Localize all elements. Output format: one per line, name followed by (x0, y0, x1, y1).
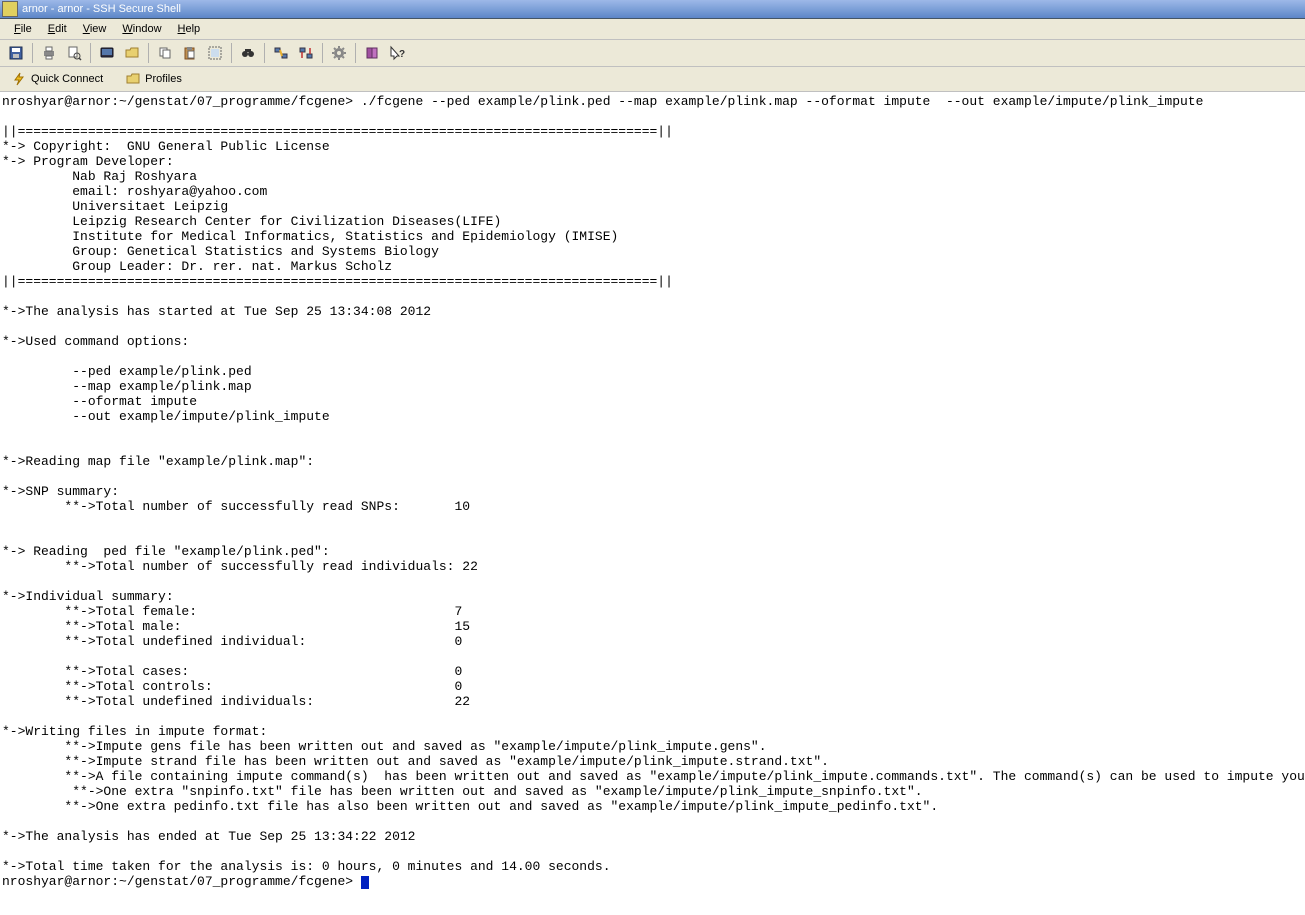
settings-button[interactable] (327, 41, 351, 65)
separator (148, 43, 149, 63)
connect-button[interactable] (269, 41, 293, 65)
connect-icon (273, 45, 289, 61)
menu-file[interactable]: File (6, 21, 40, 37)
binoculars-icon (240, 45, 256, 61)
profiles-label: Profiles (145, 73, 182, 85)
new-terminal-button[interactable] (95, 41, 119, 65)
disconnect-icon (298, 45, 314, 61)
new-file-transfer-button[interactable] (120, 41, 144, 65)
separator (32, 43, 33, 63)
print-preview-button[interactable] (62, 41, 86, 65)
select-all-icon (207, 45, 223, 61)
save-button[interactable] (4, 41, 28, 65)
svg-text:?: ? (399, 49, 405, 60)
menu-window[interactable]: Window (114, 21, 169, 37)
lightning-icon (11, 71, 27, 87)
terminal-cursor (361, 876, 369, 889)
save-icon (8, 45, 24, 61)
separator (231, 43, 232, 63)
print-icon (41, 45, 57, 61)
quick-connect-label: Quick Connect (31, 73, 103, 85)
window-title: arnor - arnor - SSH Secure Shell (22, 3, 181, 15)
toolbar: ? (0, 40, 1305, 67)
print-preview-icon (66, 45, 82, 61)
disconnect-button[interactable] (294, 41, 318, 65)
copy-icon (157, 45, 173, 61)
app-icon (2, 1, 18, 17)
menu-edit[interactable]: Edit (40, 21, 75, 37)
select-all-button[interactable] (203, 41, 227, 65)
whats-this-icon: ? (389, 45, 405, 61)
copy-button[interactable] (153, 41, 177, 65)
print-button[interactable] (37, 41, 61, 65)
terminal-icon (99, 45, 115, 61)
folder-icon (125, 71, 141, 87)
paste-button[interactable] (178, 41, 202, 65)
help-button[interactable] (360, 41, 384, 65)
find-button[interactable] (236, 41, 260, 65)
separator (264, 43, 265, 63)
profiles-button[interactable]: Profiles (118, 68, 189, 90)
paste-icon (182, 45, 198, 61)
context-help-button[interactable]: ? (385, 41, 409, 65)
help-book-icon (364, 45, 380, 61)
folder-transfer-icon (124, 45, 140, 61)
menu-view[interactable]: View (75, 21, 115, 37)
separator (355, 43, 356, 63)
gear-icon (331, 45, 347, 61)
menu-help[interactable]: Help (170, 21, 209, 37)
separator (322, 43, 323, 63)
title-bar: arnor - arnor - SSH Secure Shell (0, 0, 1305, 19)
terminal-text: nroshyar@arnor:~/genstat/07_programme/fc… (2, 94, 1305, 889)
menu-bar: File Edit View Window Help (0, 19, 1305, 40)
terminal-area[interactable]: nroshyar@arnor:~/genstat/07_programme/fc… (0, 92, 1305, 891)
separator (90, 43, 91, 63)
quick-bar: Quick Connect Profiles (0, 67, 1305, 92)
quick-connect-button[interactable]: Quick Connect (4, 68, 110, 90)
